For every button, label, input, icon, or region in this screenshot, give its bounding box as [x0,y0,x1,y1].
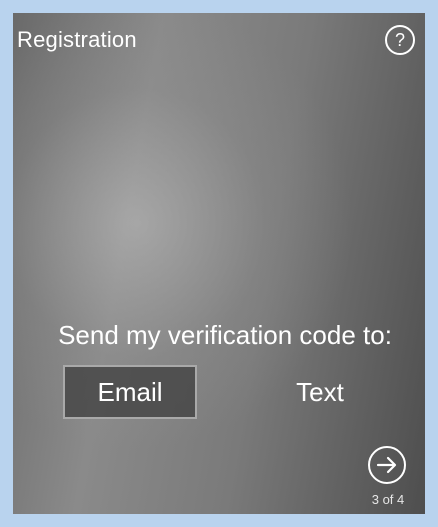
text-option-button[interactable]: Text [271,365,369,419]
page-title: Registration [17,27,137,52]
email-option-button[interactable]: Email [63,365,197,419]
page-indicator: 3 of 4 [371,492,405,507]
help-button[interactable]: ? [385,25,415,55]
device-frame: Registration ? Send my verification code… [0,0,438,527]
verification-prompt: Send my verification code to: [58,320,392,350]
next-button[interactable] [368,446,406,484]
help-icon: ? [394,30,405,50]
registration-screen: Registration ? Send my verification code… [13,13,425,514]
arrow-right-circle-icon [376,456,397,474]
